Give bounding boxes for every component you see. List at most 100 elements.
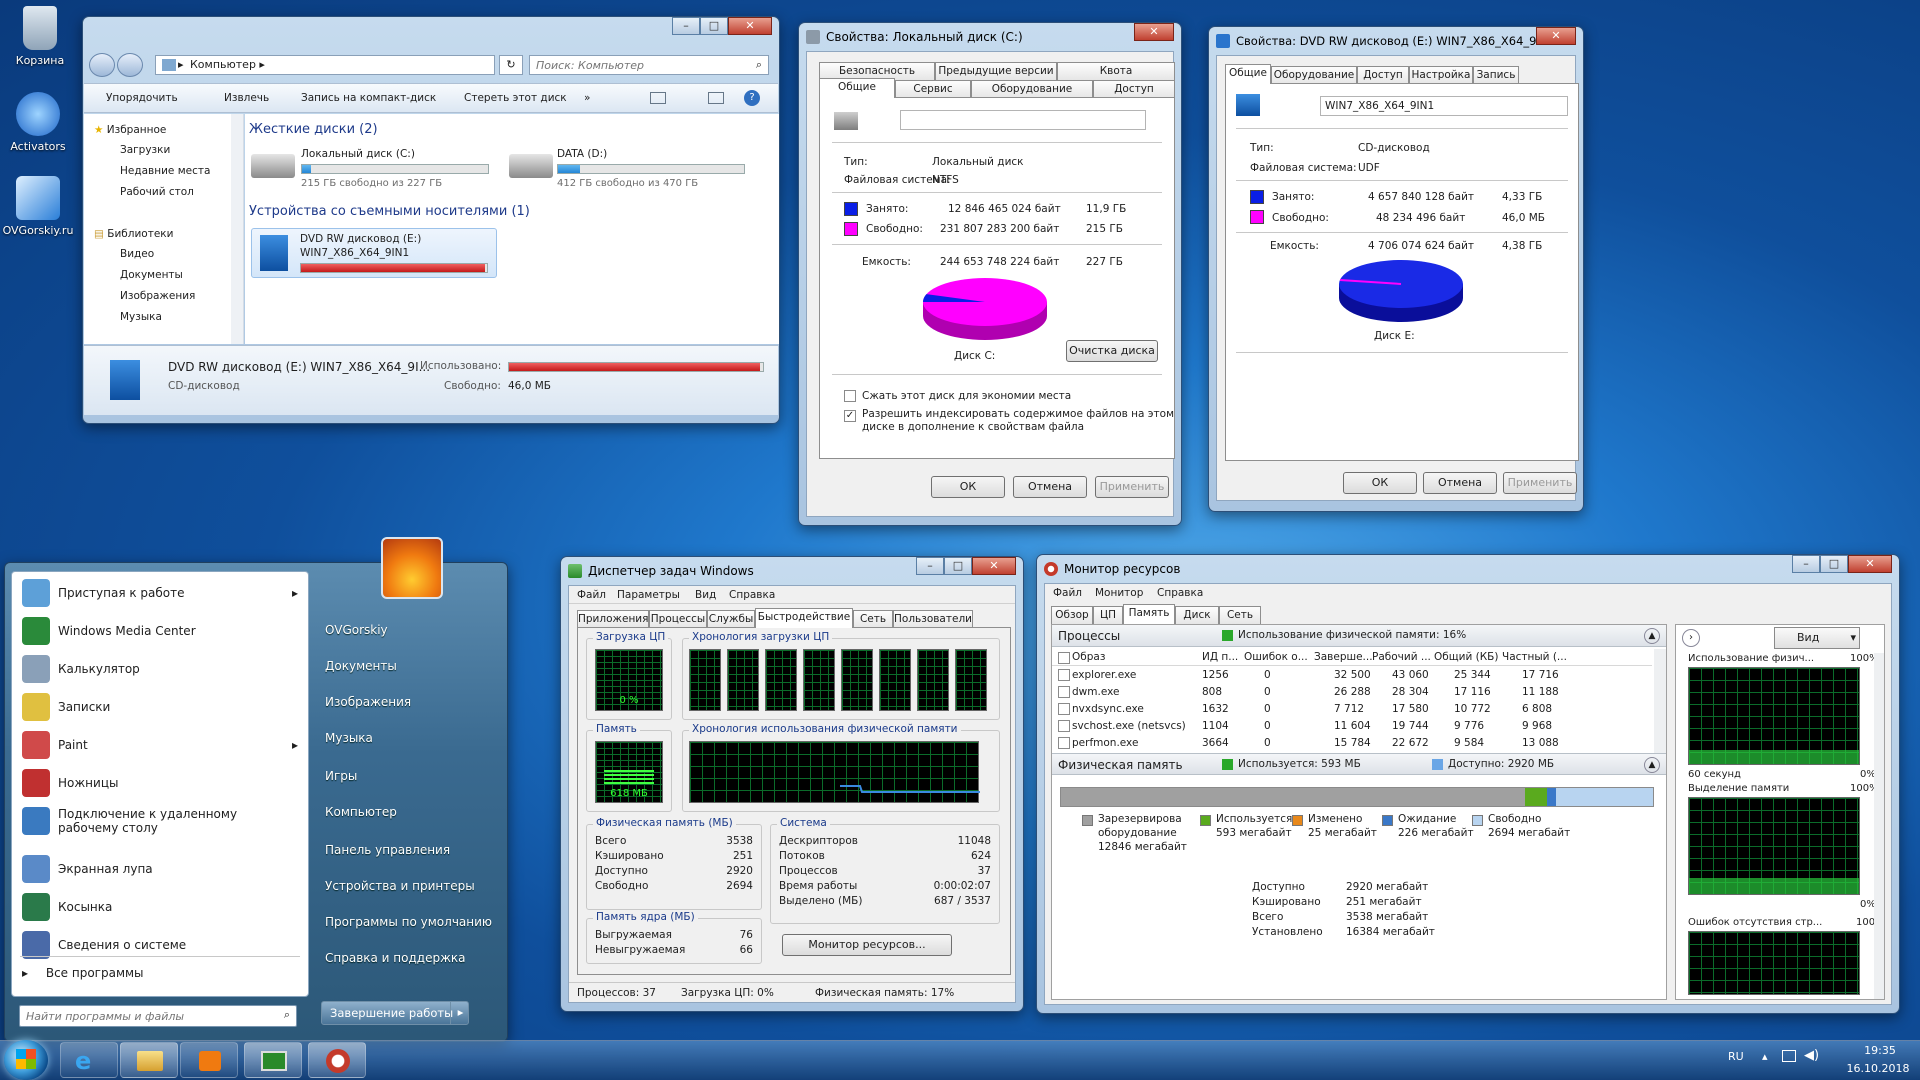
explorer-titlebar[interactable]: – □ ✕ (90, 17, 772, 45)
tab-customize[interactable]: Настройка (1409, 66, 1473, 84)
tab-applications[interactable]: Приложения (577, 610, 649, 628)
start-place-item[interactable]: Изображения (325, 695, 411, 709)
group-header-hdd[interactable]: Жесткие диски (2) (249, 122, 378, 137)
minimize-button[interactable]: – (1792, 555, 1820, 573)
all-programs-link[interactable]: ▸ Все программы (22, 966, 144, 980)
refresh-button[interactable]: ↻ (499, 55, 523, 75)
task-manager-titlebar[interactable]: Диспетчер задач Windows – □ ✕ (568, 557, 1016, 585)
tab-performance[interactable]: Быстродействие (755, 608, 853, 628)
tab-users[interactable]: Пользователи (893, 610, 973, 628)
start-program-item[interactable]: Paint ▸ (22, 730, 298, 760)
start-program-item[interactable]: Калькулятор (22, 654, 298, 684)
nav-item-video[interactable]: Видео (120, 248, 154, 260)
help-icon[interactable]: ? (744, 90, 760, 106)
table-row[interactable]: dwm.exe 808 0 26 288 28 304 17 116 11 188 (1052, 684, 1652, 701)
start-place-item[interactable]: Справка и поддержка (325, 951, 466, 965)
tab-disk[interactable]: Диск (1175, 606, 1219, 624)
start-program-item[interactable]: Приступая к работе ▸ (22, 578, 298, 608)
tab-general[interactable]: Общие (819, 78, 895, 98)
column-header[interactable]: Частный (... (1502, 651, 1567, 663)
resource-monitor-titlebar[interactable]: Монитор ресурсов – □ ✕ (1044, 555, 1892, 583)
start-search-input[interactable] (20, 1006, 260, 1026)
processes-scrollbar[interactable] (1654, 649, 1666, 753)
menu-file[interactable]: Файл (1053, 587, 1082, 599)
graphs-scrollbar[interactable] (1874, 653, 1884, 999)
nav-item-pictures[interactable]: Изображения (120, 290, 195, 302)
minimize-button[interactable]: – (916, 557, 944, 575)
taskbar-task-manager[interactable] (244, 1042, 302, 1078)
start-place-item[interactable]: Компьютер (325, 805, 397, 819)
menu-file[interactable]: Файл (577, 589, 606, 601)
tab-memory[interactable]: Память (1123, 604, 1175, 624)
close-button[interactable]: ✕ (1134, 23, 1174, 41)
minimize-button[interactable]: – (672, 17, 700, 35)
start-search-box[interactable]: ⌕ (19, 1005, 297, 1027)
start-place-item[interactable]: Программы по умолчанию (325, 915, 492, 929)
start-place-item[interactable]: Игры (325, 769, 357, 783)
maximize-button[interactable]: □ (944, 557, 972, 575)
start-program-item[interactable]: Windows Media Center (22, 616, 298, 646)
drive-c-name[interactable]: Локальный диск (C:) (301, 148, 415, 160)
breadcrumb[interactable]: Компьютер (190, 58, 256, 71)
desktop-icon-ovgorskiy[interactable]: OVGorskiy.ru (0, 176, 78, 237)
column-header[interactable]: Заверше... (1314, 651, 1373, 663)
clock-date[interactable]: 16.10.2018 (1838, 1062, 1918, 1075)
collapse-icon[interactable]: ▲ (1644, 757, 1660, 773)
desktop-icon-activators[interactable]: Activators (0, 92, 78, 153)
tab-general[interactable]: Общие (1225, 64, 1271, 84)
tab-services[interactable]: Службы (707, 610, 755, 628)
row-checkbox[interactable] (1058, 669, 1070, 681)
volume-label-input[interactable] (900, 110, 1146, 130)
menu-view[interactable]: Вид (695, 589, 716, 601)
favorites-node[interactable]: ★ Избранное (94, 124, 166, 136)
column-header[interactable]: ИД п... (1202, 651, 1238, 663)
row-checkbox[interactable] (1058, 703, 1070, 715)
tab-hardware[interactable]: Оборудование (971, 80, 1093, 98)
tab-networking[interactable]: Сеть (853, 610, 893, 628)
dvd-drive-item[interactable]: DVD RW дисковод (E:) WIN7_X86_X64_9IN1 (251, 228, 497, 278)
properties-e-titlebar[interactable]: Свойства: DVD RW дисковод (E:) WIN7_X86_… (1216, 27, 1576, 55)
processes-header[interactable]: Процессы Использование физической памяти… (1052, 625, 1666, 647)
row-checkbox[interactable] (1058, 686, 1070, 698)
nav-scrollbar[interactable] (231, 114, 243, 344)
tab-cpu[interactable]: ЦП (1093, 606, 1123, 624)
organize-button[interactable]: Упорядочить (106, 92, 178, 104)
physical-memory-header[interactable]: Физическая память Используется: 593 МБ Д… (1052, 753, 1666, 775)
start-program-item[interactable]: Ножницы (22, 768, 298, 798)
shutdown-button[interactable]: Завершение работы ▸ (321, 1001, 469, 1025)
cancel-button[interactable]: Отмена (1423, 472, 1497, 494)
menu-help[interactable]: Справка (729, 589, 775, 601)
ok-button[interactable]: ОК (1343, 472, 1417, 494)
volume-icon[interactable]: ◀) (1804, 1048, 1819, 1063)
index-checkbox[interactable]: ✓ (844, 410, 856, 422)
close-button[interactable]: ✕ (1848, 555, 1892, 573)
eject-button[interactable]: Извлечь (224, 92, 269, 104)
column-header[interactable]: Образ (1072, 651, 1105, 663)
start-program-item[interactable]: Подключение к удаленному рабочему столу (22, 806, 298, 836)
address-bar[interactable]: ▸ Компьютер ▸ (155, 55, 495, 75)
desktop-icon-recycle-bin[interactable]: Корзина (0, 6, 80, 67)
table-row[interactable]: explorer.exe 1256 0 32 500 43 060 25 344 17 71… (1052, 667, 1652, 684)
view-icon[interactable] (650, 92, 666, 104)
apply-button[interactable]: Применить (1095, 476, 1169, 498)
taskbar-ie[interactable]: e (60, 1042, 118, 1078)
menu-options[interactable]: Параметры (617, 589, 680, 601)
nav-item-music[interactable]: Музыка (120, 311, 162, 323)
start-place-item[interactable]: OVGorskiy (325, 623, 388, 637)
cancel-button[interactable]: Отмена (1013, 476, 1087, 498)
taskbar-resource-monitor[interactable] (308, 1042, 366, 1078)
back-button[interactable] (89, 53, 115, 77)
expand-pane-icon[interactable]: › (1682, 629, 1700, 647)
collapse-icon[interactable]: ▲ (1644, 628, 1660, 644)
tab-hardware[interactable]: Оборудование (1271, 66, 1357, 84)
select-all-checkbox[interactable] (1058, 652, 1070, 664)
tab-quota[interactable]: Квота (1057, 62, 1175, 80)
start-program-item[interactable]: Записки (22, 692, 298, 722)
start-program-item[interactable]: Косынка (22, 892, 298, 922)
taskbar-explorer[interactable] (120, 1042, 178, 1078)
search-input[interactable] (530, 56, 740, 74)
erase-button[interactable]: Стереть этот диск (464, 92, 567, 104)
start-place-item[interactable]: Панель управления (325, 843, 450, 857)
tab-network[interactable]: Сеть (1219, 606, 1261, 624)
tab-sharing[interactable]: Доступ (1093, 80, 1175, 98)
